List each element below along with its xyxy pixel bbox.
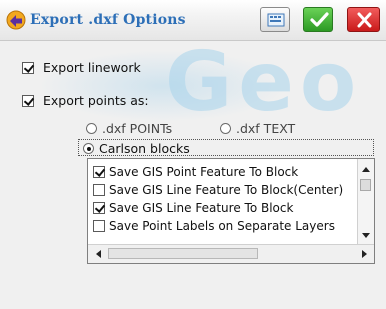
- export-points-label: Export points as:: [43, 93, 149, 108]
- radio-dxf-points-label: .dxf POINTs: [102, 121, 173, 136]
- export-points-option[interactable]: Export points as:: [22, 93, 149, 108]
- list-item[interactable]: Save GIS Line Feature To Block: [93, 199, 355, 217]
- block-option-label: Save GIS Line Feature To Block: [109, 201, 294, 215]
- radio-dxf-text[interactable]: .dxf TEXT: [220, 121, 295, 136]
- arrow-left-icon: [95, 250, 101, 258]
- radio-dxf-points[interactable]: .dxf POINTs: [86, 121, 172, 136]
- radio-dxf-points-button[interactable]: [86, 123, 97, 134]
- arrow-right-icon: [361, 250, 367, 258]
- close-button[interactable]: [347, 7, 380, 32]
- export-linework-checkbox[interactable]: [22, 61, 34, 74]
- block-option-checkbox[interactable]: [93, 202, 105, 214]
- block-option-label: Save GIS Point Feature To Block: [109, 165, 299, 179]
- export-points-checkbox[interactable]: [22, 94, 34, 107]
- close-icon: [357, 12, 372, 28]
- radio-carlson-blocks[interactable]: Carlson blocks: [83, 141, 190, 156]
- vertical-scrollbar[interactable]: [357, 159, 374, 245]
- export-linework-label: Export linework: [43, 60, 141, 75]
- checkmark-icon: [310, 12, 329, 27]
- arrow-up-icon: [362, 166, 370, 172]
- scroll-right-button[interactable]: [356, 246, 372, 262]
- list-item[interactable]: Save GIS Line Feature To Block(Center): [93, 181, 355, 199]
- block-options-list[interactable]: Save GIS Point Feature To Block Save GIS…: [87, 158, 375, 264]
- keyboard-button[interactable]: [260, 7, 290, 32]
- arrow-down-icon: [362, 232, 370, 238]
- radio-carlson-blocks-label: Carlson blocks: [99, 141, 190, 156]
- watermark-text: Geo: [165, 35, 363, 130]
- title-bar: Export .dxf Options: [0, 0, 386, 41]
- vertical-scroll-thumb[interactable]: [360, 179, 371, 191]
- block-option-checkbox[interactable]: [93, 166, 105, 178]
- block-option-checkbox[interactable]: [93, 220, 105, 232]
- radio-carlson-blocks-button[interactable]: [83, 143, 94, 154]
- scroll-left-button[interactable]: [90, 246, 106, 262]
- ok-button[interactable]: [303, 7, 333, 32]
- block-option-checkbox[interactable]: [93, 184, 105, 196]
- arrow-app-icon: [6, 10, 26, 30]
- keyboard-icon: [267, 13, 285, 27]
- scroll-up-button[interactable]: [359, 161, 373, 177]
- horizontal-scrollbar[interactable]: [88, 244, 374, 263]
- list-item[interactable]: Save Point Labels on Separate Layers: [93, 217, 355, 235]
- radio-dxf-text-button[interactable]: [220, 123, 231, 134]
- dialog-title: Export .dxf Options: [30, 12, 186, 28]
- export-linework-option[interactable]: Export linework: [22, 60, 141, 75]
- radio-dxf-text-label: .dxf TEXT: [236, 121, 296, 136]
- block-option-label: Save GIS Line Feature To Block(Center): [109, 183, 344, 197]
- block-option-label: Save Point Labels on Separate Layers: [109, 219, 335, 233]
- horizontal-scroll-thumb[interactable]: [108, 248, 258, 259]
- list-item[interactable]: Save GIS Point Feature To Block: [93, 163, 355, 181]
- scroll-down-button[interactable]: [359, 227, 373, 243]
